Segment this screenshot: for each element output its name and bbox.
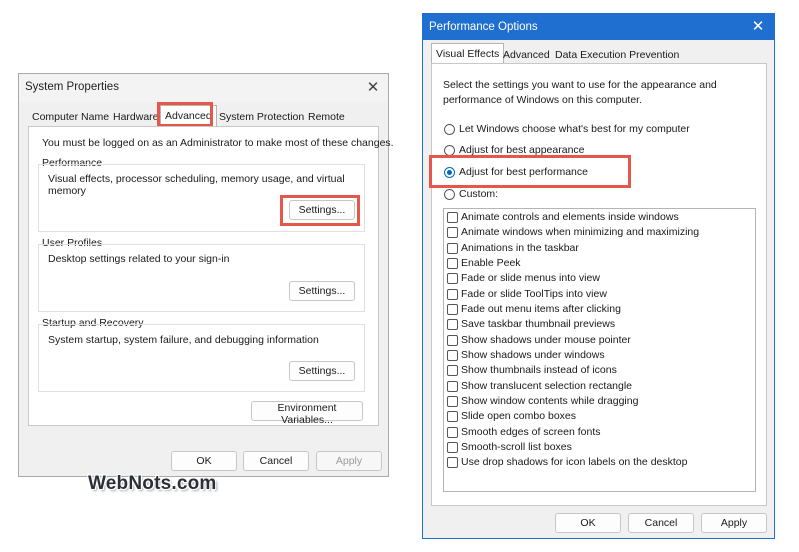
startup-recovery-description: System startup, system failure, and debu…: [48, 334, 319, 346]
checkbox-label: Save taskbar thumbnail previews: [461, 318, 616, 330]
ok-button[interactable]: OK: [171, 451, 237, 471]
performance-options-titlebar[interactable]: Performance Options ✕: [423, 14, 774, 40]
checkbox[interactable]: [447, 258, 458, 269]
checkbox[interactable]: [447, 335, 458, 346]
ok-button[interactable]: OK: [555, 513, 621, 533]
performance-options-window: Performance Options ✕ Visual Effects Adv…: [422, 13, 775, 539]
cancel-button[interactable]: Cancel: [628, 513, 694, 533]
performance-options-title: Performance Options: [429, 21, 538, 33]
checkbox[interactable]: [447, 273, 458, 284]
close-icon[interactable]: ✕: [750, 19, 766, 35]
checkbox-label: Show window contents while dragging: [461, 395, 639, 407]
checkbox[interactable]: [447, 381, 458, 392]
checkbox-label: Smooth edges of screen fonts: [461, 426, 601, 438]
apply-button[interactable]: Apply: [701, 513, 767, 533]
user-profiles-settings-button[interactable]: Settings...: [289, 281, 355, 301]
checkbox[interactable]: [447, 365, 458, 376]
checkbox-label: Animate windows when minimizing and maxi…: [461, 226, 700, 238]
best-performance-highlight: [429, 155, 631, 188]
checkbox-label: Animations in the taskbar: [461, 242, 579, 254]
checkbox-label: Smooth-scroll list boxes: [461, 441, 572, 453]
system-properties-title: System Properties: [25, 81, 119, 93]
checkbox-label: Show translucent selection rectangle: [461, 380, 633, 392]
admin-note: You must be logged on as an Administrato…: [42, 137, 394, 149]
visual-effects-panel: Select the settings you want to use for …: [431, 63, 767, 506]
watermark: WebNots.com: [88, 473, 217, 494]
tab-visual-effects[interactable]: Visual Effects: [431, 43, 505, 64]
environment-variables-button[interactable]: Environment Variables...: [251, 401, 363, 426]
system-properties-titlebar[interactable]: System Properties ✕: [19, 74, 388, 102]
checkbox[interactable]: [447, 442, 458, 453]
checkbox[interactable]: [447, 289, 458, 300]
checkbox-label: Show shadows under windows: [461, 349, 605, 361]
cancel-button[interactable]: Cancel: [243, 451, 309, 471]
checkbox-label: Fade out menu items after clicking: [461, 303, 621, 315]
radio-label: Custom:: [459, 188, 499, 200]
tab-hardware[interactable]: Hardware: [109, 108, 163, 126]
checkbox-label: Show thumbnails instead of icons: [461, 364, 617, 376]
radio-button[interactable]: [444, 189, 455, 200]
tab-computer-name[interactable]: Computer Name: [28, 108, 113, 126]
intro-text: Select the settings you want to use for …: [443, 79, 717, 106]
startup-recovery-settings-button[interactable]: Settings...: [289, 361, 355, 381]
tab-advanced[interactable]: Advanced: [499, 46, 554, 64]
checkbox[interactable]: [447, 396, 458, 407]
system-properties-window: System Properties ✕ Computer Name Hardwa…: [18, 73, 394, 477]
advanced-tab-highlight: [157, 102, 213, 127]
checkbox[interactable]: [447, 243, 458, 254]
user-profiles-description: Desktop settings related to your sign-in: [48, 253, 230, 265]
checkbox[interactable]: [447, 212, 458, 223]
advanced-tab-panel: You must be logged on as an Administrato…: [28, 126, 394, 426]
checkbox-label: Animate controls and elements inside win…: [461, 211, 679, 223]
checkbox[interactable]: [447, 227, 458, 238]
checkbox-label: Show shadows under mouse pointer: [461, 334, 631, 346]
tab-data-execution-prevention[interactable]: Data Execution Prevention: [551, 46, 683, 64]
performance-settings-highlight: [280, 195, 360, 226]
checkbox-label: Fade or slide menus into view: [461, 272, 600, 284]
checkbox-label: Enable Peek: [461, 257, 521, 269]
radio-button[interactable]: [444, 124, 455, 135]
checkbox-label: Slide open combo boxes: [461, 410, 576, 422]
checkbox[interactable]: [447, 411, 458, 422]
checkbox[interactable]: [447, 457, 458, 468]
apply-button[interactable]: Apply: [316, 451, 382, 471]
close-icon[interactable]: ✕: [365, 80, 381, 96]
checkbox-label: Fade or slide ToolTips into view: [461, 288, 607, 300]
visual-effects-list[interactable]: Animate controls and elements inside win…: [443, 208, 756, 492]
radio-label: Let Windows choose what's best for my co…: [459, 123, 690, 135]
checkbox[interactable]: [447, 304, 458, 315]
checkbox[interactable]: [447, 427, 458, 438]
tab-system-protection[interactable]: System Protection: [215, 108, 308, 126]
tab-remote[interactable]: Remote: [304, 108, 349, 126]
checkbox[interactable]: [447, 350, 458, 361]
checkbox-label: Use drop shadows for icon labels on the …: [461, 456, 688, 468]
checkbox[interactable]: [447, 319, 458, 330]
performance-description: Visual effects, processor scheduling, me…: [48, 173, 345, 197]
